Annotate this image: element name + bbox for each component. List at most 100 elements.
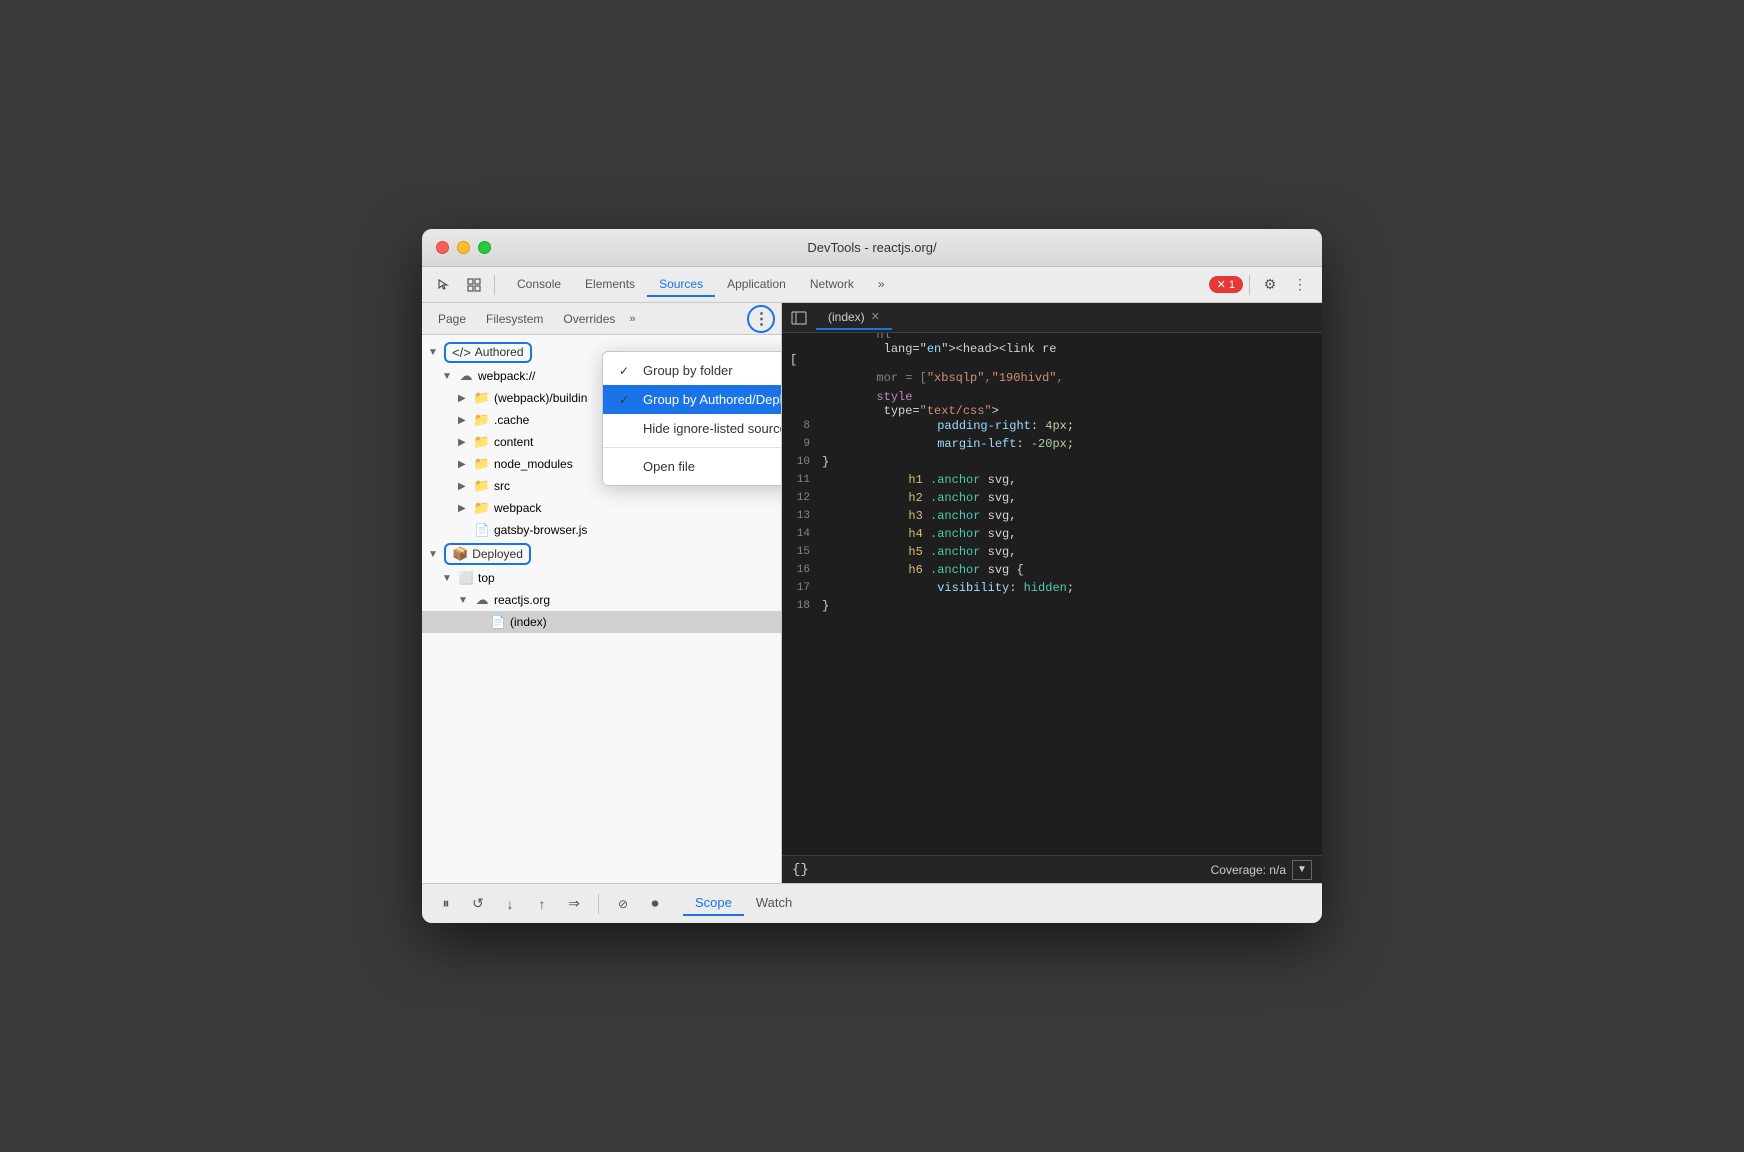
deployed-section-header[interactable]: ▼ 📦 Deployed [422, 541, 781, 567]
bottom-bar: ⏸ ↺ ↓ ↑ ⇒ ⊘ ⏺ Scope Watch [422, 883, 1322, 923]
pause-button[interactable]: ⏸ [434, 892, 458, 916]
folder-icon-src: 📁 [474, 478, 490, 494]
tab-sources[interactable]: Sources [647, 273, 715, 297]
sidebar-tab-more[interactable]: » [625, 311, 639, 327]
deployed-badge: 📦 Deployed [444, 543, 531, 565]
index-label: (index) [510, 615, 547, 629]
main-content: Page Filesystem Overrides » ⋮ ▼ </> Auth… [422, 303, 1322, 883]
dropdown-separator [603, 447, 782, 448]
cache-label: .cache [494, 413, 529, 427]
tab-elements[interactable]: Elements [573, 273, 647, 297]
three-dot-menu-button[interactable]: ⋮ [747, 305, 775, 333]
cursor-icon[interactable] [430, 271, 458, 299]
sidebar-tab-filesystem[interactable]: Filesystem [476, 308, 553, 330]
group-by-authored-item[interactable]: ✓ Group by Authored/Deployed 📌 [603, 385, 782, 414]
context-menu: ✓ Group by folder ✓ Group by Authored/De… [602, 351, 782, 486]
reactjs-arrow: ▼ [458, 595, 474, 606]
scope-tabs: Scope Watch [667, 891, 1310, 916]
format-button[interactable]: {} [792, 862, 809, 878]
scope-tab-watch[interactable]: Watch [744, 891, 804, 916]
group-authored-check: ✓ [619, 393, 635, 407]
deployed-label: Deployed [472, 547, 523, 561]
webpack-arrow: ▼ [442, 371, 458, 382]
toggle-sidebar-icon[interactable] [786, 305, 812, 331]
cloud-icon-reactjs: ☁ [474, 592, 490, 608]
step-over-button[interactable]: ↺ [466, 892, 490, 916]
traffic-lights [436, 241, 491, 254]
tab-network[interactable]: Network [798, 273, 866, 297]
authored-label: Authored [475, 345, 524, 359]
devtools-window: DevTools - reactjs.org/ Console Elements… [422, 229, 1322, 923]
step-out-button[interactable]: ↑ [530, 892, 554, 916]
scope-tab-scope[interactable]: Scope [683, 891, 744, 916]
tab-console[interactable]: Console [505, 273, 573, 297]
webpack-url-label: webpack:// [478, 369, 535, 383]
folder-icon-cache: 📁 [474, 412, 490, 428]
group-folder-label: Group by folder [643, 363, 733, 378]
debug-divider [598, 894, 599, 914]
buildin-arrow: ▶ [458, 393, 474, 404]
group-by-folder-item[interactable]: ✓ Group by folder [603, 356, 782, 385]
folder-icon-buildin: 📁 [474, 390, 490, 406]
cache-arrow: ▶ [458, 415, 474, 426]
source-tab-index[interactable]: (index) ✕ [816, 306, 892, 330]
debugger-controls: ⏸ ↺ ↓ ↑ ⇒ ⊘ ⏺ [434, 892, 667, 916]
deployed-arrow: ▼ [428, 549, 444, 560]
webpack-label: webpack [494, 501, 541, 515]
group-authored-label: Group by Authored/Deployed [643, 392, 782, 407]
source-tab-label: (index) [828, 310, 865, 324]
deployed-top[interactable]: ▼ ⬜ top [422, 567, 781, 589]
source-tabs: (index) ✕ [782, 303, 1322, 333]
gatsby-browser-js[interactable]: ▶ 📄 gatsby-browser.js [422, 519, 781, 541]
minimize-button[interactable] [457, 241, 470, 254]
file-icon-gatsby: 📄 [474, 522, 490, 538]
src-arrow: ▶ [458, 481, 474, 492]
close-button[interactable] [436, 241, 449, 254]
tab-more[interactable]: » [866, 273, 897, 297]
index-file[interactable]: ▶ 📄 (index) [422, 611, 781, 633]
toolbar-divider-2 [1249, 275, 1250, 295]
error-badge[interactable]: ✕ 1 [1209, 276, 1243, 293]
code-line-9: 9 margin-left: -20px; [782, 435, 1322, 453]
step-button[interactable]: ⇒ [562, 892, 586, 916]
group-folder-check: ✓ [619, 364, 635, 378]
sidebar-tab-overrides[interactable]: Overrides [553, 308, 625, 330]
content-arrow: ▶ [458, 437, 474, 448]
node-modules-label: node_modules [494, 457, 573, 471]
source-tab-close[interactable]: ✕ [871, 310, 880, 323]
sidebar: Page Filesystem Overrides » ⋮ ▼ </> Auth… [422, 303, 782, 883]
titlebar: DevTools - reactjs.org/ [422, 229, 1322, 267]
gatsby-label: gatsby-browser.js [494, 523, 587, 537]
window-title: DevTools - reactjs.org/ [807, 240, 936, 255]
error-icon: ✕ [1217, 278, 1226, 291]
menu-icon[interactable]: ⋮ [1286, 271, 1314, 299]
inspect-icon[interactable] [460, 271, 488, 299]
source-code-area[interactable]: nl lang="en"><head><link re [ mor = ["xb… [782, 333, 1322, 855]
settings-icon[interactable]: ⚙ [1256, 271, 1284, 299]
folder-icon-webpack: 📁 [474, 500, 490, 516]
coverage-section: Coverage: n/a ▼ [1211, 860, 1312, 880]
buildin-label: (webpack)/buildin [494, 391, 587, 405]
coverage-download-button[interactable]: ▼ [1292, 860, 1312, 880]
webpack-sub-arrow: ▶ [458, 503, 474, 514]
authored-arrow: ▼ [428, 347, 444, 358]
webpack-webpack[interactable]: ▶ 📁 webpack [422, 497, 781, 519]
file-icon-index: 📄 [490, 614, 506, 630]
src-label: src [494, 479, 510, 493]
content-label: content [494, 435, 533, 449]
maximize-button[interactable] [478, 241, 491, 254]
pause-exceptions-button[interactable]: ⏺ [643, 892, 667, 916]
deployed-reactjs[interactable]: ▼ ☁ reactjs.org [422, 589, 781, 611]
tab-bar: Console Elements Sources Application Net… [505, 273, 1203, 297]
tab-application[interactable]: Application [715, 273, 798, 297]
hide-ignore-listed-item[interactable]: ✓ Hide ignore-listed sources 📌 [603, 414, 782, 443]
error-count: 1 [1229, 279, 1235, 291]
step-into-button[interactable]: ↓ [498, 892, 522, 916]
folder-icon-node-modules: 📁 [474, 456, 490, 472]
sidebar-tab-page[interactable]: Page [428, 308, 476, 330]
open-file-item[interactable]: ✓ Open file ⌘ P [603, 452, 782, 481]
hide-ignore-label: Hide ignore-listed sources [643, 421, 782, 436]
top-arrow: ▼ [442, 573, 458, 584]
deactivate-breakpoints-button[interactable]: ⊘ [611, 892, 635, 916]
reactjs-label: reactjs.org [494, 593, 550, 607]
